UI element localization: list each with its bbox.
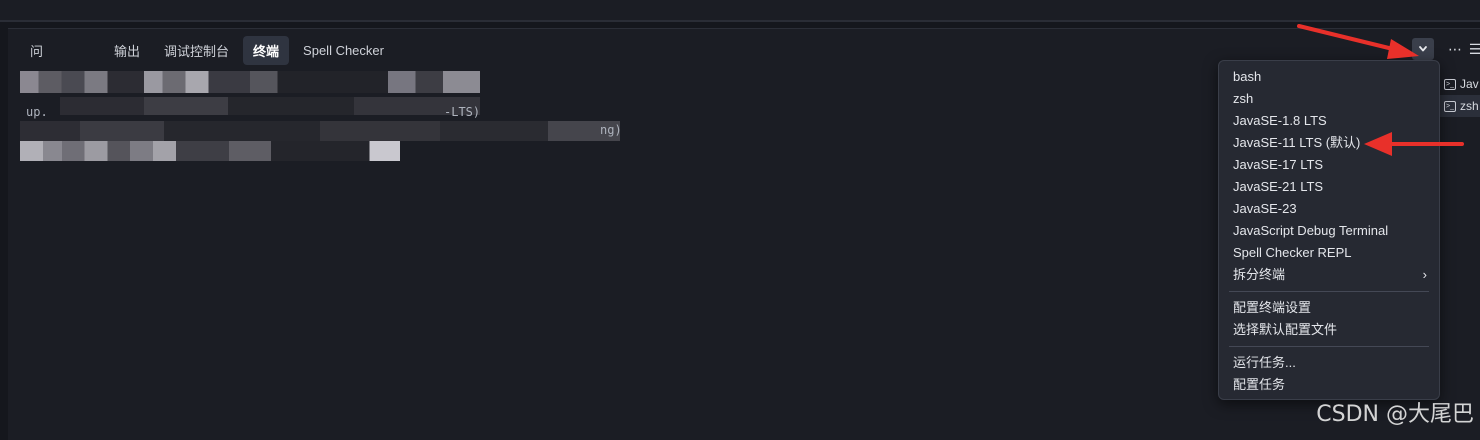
chevron-down-icon bbox=[1419, 46, 1427, 52]
terminal-icon: >_ bbox=[1444, 100, 1456, 112]
terminal-line-fragment: -LTS) bbox=[444, 105, 481, 119]
menu-item-javase-23[interactable]: JavaSE-23 bbox=[1219, 198, 1439, 220]
terminal-line-fragment: ng) bbox=[600, 123, 622, 137]
terminal-output[interactable]: up. -LTS) ng) bbox=[20, 69, 640, 161]
panel-tab-bar: 问 输出 调试控制台 终端 Spell Checker bbox=[8, 35, 398, 65]
terminal-icon: >_ bbox=[1444, 78, 1456, 90]
menu-item-split-terminal[interactable]: 拆分终端 › bbox=[1219, 264, 1439, 286]
tab-terminal[interactable]: 终端 bbox=[243, 35, 290, 65]
launch-profile-dropdown-button[interactable] bbox=[1412, 38, 1434, 60]
menu-divider bbox=[1229, 291, 1429, 292]
redacted-block bbox=[20, 121, 620, 141]
chevron-right-icon: › bbox=[1422, 267, 1427, 282]
terminal-tab-java[interactable]: >_ Jav bbox=[1440, 73, 1480, 95]
menu-item-javase-17[interactable]: JavaSE-17 LTS bbox=[1219, 154, 1439, 176]
more-actions-button[interactable]: ⋯ bbox=[1444, 38, 1466, 60]
terminal-tab-label: zsh bbox=[1460, 99, 1479, 113]
menu-item-javascript-debug-terminal[interactable]: JavaScript Debug Terminal bbox=[1219, 220, 1439, 242]
menu-item-javase-11-default[interactable]: JavaSE-11 LTS (默认) bbox=[1219, 132, 1439, 154]
menu-item-spell-checker-repl[interactable]: Spell Checker REPL bbox=[1219, 242, 1439, 264]
editor-area-strip bbox=[0, 0, 1480, 22]
terminal-tab-label: Jav bbox=[1460, 77, 1479, 91]
terminal-tabs-list: >_ Jav >_ zsh bbox=[1440, 73, 1480, 117]
menu-item-select-default-profile[interactable]: 选择默认配置文件 bbox=[1219, 319, 1439, 341]
menu-divider bbox=[1229, 346, 1429, 347]
menu-item-bash[interactable]: bash bbox=[1219, 66, 1439, 88]
redacted-block bbox=[60, 97, 480, 115]
menu-item-run-task[interactable]: 运行任务... bbox=[1219, 352, 1439, 374]
terminal-tab-zsh[interactable]: >_ zsh bbox=[1440, 95, 1480, 117]
tab-debug-console[interactable]: 调试控制台 bbox=[154, 36, 239, 65]
menu-item-configure-tasks[interactable]: 配置任务 bbox=[1219, 374, 1439, 396]
redacted-block bbox=[20, 141, 400, 161]
panel-actions: + ⋯ ☰ bbox=[1382, 37, 1480, 61]
redacted-block bbox=[20, 71, 480, 93]
tab-problems[interactable]: 问 bbox=[20, 36, 100, 65]
menu-item-label: 拆分终端 bbox=[1233, 267, 1286, 282]
tab-output[interactable]: 输出 bbox=[104, 36, 150, 65]
layout-icon[interactable]: ☰ bbox=[1469, 38, 1480, 60]
terminal-line-prefix: up. bbox=[26, 105, 48, 119]
menu-item-javase-1-8[interactable]: JavaSE-1.8 LTS bbox=[1219, 110, 1439, 132]
menu-item-configure-terminal-settings[interactable]: 配置终端设置 bbox=[1219, 297, 1439, 319]
new-terminal-button[interactable]: + bbox=[1386, 38, 1408, 60]
menu-item-zsh[interactable]: zsh bbox=[1219, 88, 1439, 110]
launch-profile-menu: bash zsh JavaSE-1.8 LTS JavaSE-11 LTS (默… bbox=[1218, 60, 1440, 400]
menu-item-javase-21[interactable]: JavaSE-21 LTS bbox=[1219, 176, 1439, 198]
watermark: CSDN @大尾巴 bbox=[1316, 402, 1474, 427]
tab-spell-checker[interactable]: Spell Checker bbox=[293, 38, 394, 63]
